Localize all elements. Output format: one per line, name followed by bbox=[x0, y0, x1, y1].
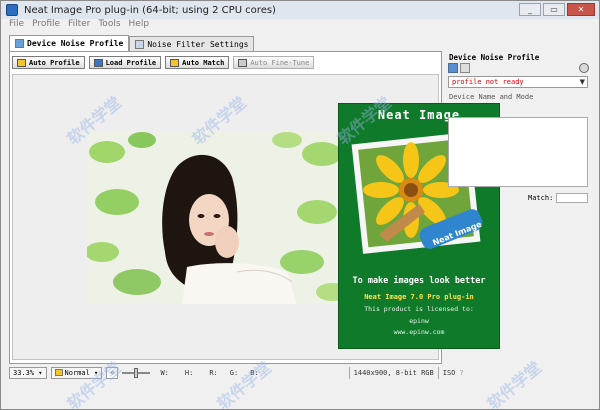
slider-handle[interactable] bbox=[134, 367, 139, 378]
menu-profile[interactable]: Profile bbox=[32, 19, 60, 32]
tab-label: Noise Filter Settings bbox=[147, 39, 249, 49]
red-readout: R: bbox=[209, 368, 218, 377]
brightness-slider[interactable] bbox=[122, 367, 151, 379]
profile-panel-title: Device Noise Profile bbox=[449, 53, 540, 62]
menu-help[interactable]: Help bbox=[129, 19, 150, 32]
title-bar: Neat Image Pro plug-in (64-bit; using 2 … bbox=[1, 1, 599, 19]
fine-tune-icon bbox=[238, 58, 248, 67]
auto-match-label: Auto Match bbox=[182, 58, 225, 67]
folder-icon bbox=[93, 58, 103, 67]
device-name-mode-field[interactable] bbox=[448, 117, 588, 187]
status-divider bbox=[437, 366, 439, 379]
auto-profile-label: Auto Profile bbox=[29, 58, 80, 67]
zoom-select[interactable]: 33.3% ▾ bbox=[9, 366, 47, 379]
auto-profile-icon bbox=[17, 58, 26, 67]
chevron-down-icon: ▾ bbox=[89, 368, 99, 377]
profile-toolbar: Auto Profile Load Profile Auto Match Aut… bbox=[12, 56, 315, 69]
match-label: Match: bbox=[528, 194, 554, 202]
device-name-mode-label: Device Name and Mode bbox=[449, 93, 534, 101]
blue-readout: B: bbox=[250, 368, 259, 377]
view-mode-value: Normal bbox=[64, 368, 90, 377]
iso-readout: ISO bbox=[442, 368, 456, 377]
load-profile-button[interactable]: Load Profile bbox=[88, 56, 162, 69]
photo-graphic bbox=[87, 132, 341, 304]
preview-photo bbox=[87, 132, 341, 304]
chevron-down-icon: ▾ bbox=[34, 368, 43, 377]
window-controls: _ ▭ ✕ bbox=[519, 3, 595, 16]
save-profile-icon[interactable] bbox=[460, 63, 470, 73]
match-value bbox=[556, 193, 588, 203]
close-button[interactable]: ✕ bbox=[567, 3, 595, 16]
menu-filter[interactable]: Filter bbox=[68, 19, 90, 32]
profile-select[interactable]: profile not ready ▼ bbox=[448, 76, 588, 88]
width-readout: W: bbox=[160, 368, 169, 377]
chevron-down-icon: ▼ bbox=[579, 78, 585, 86]
height-readout: H: bbox=[184, 368, 194, 377]
status-bar: 33.3% ▾ Normal ▾ ☼ W: H: R: G: B: 1440x9… bbox=[9, 366, 593, 379]
tab-label: Device Noise Profile bbox=[27, 39, 124, 48]
auto-profile-button[interactable]: Auto Profile bbox=[12, 56, 85, 69]
filter-tab-icon bbox=[135, 39, 145, 49]
profile-status: profile not ready bbox=[452, 78, 524, 86]
image-info: 1440x900, 8-bit RGB bbox=[353, 368, 434, 377]
tab-noise-filter-settings[interactable]: Noise Filter Settings bbox=[129, 36, 255, 51]
window-title: Neat Image Pro plug-in (64-bit; using 2 … bbox=[24, 4, 276, 16]
menu-bar: File Profile Filter Tools Help bbox=[1, 19, 599, 32]
profile-tab-icon bbox=[15, 39, 24, 48]
sun-icon: ☼ bbox=[110, 368, 115, 377]
profile-panel-actions bbox=[448, 63, 470, 73]
load-profile-label: Load Profile bbox=[105, 58, 157, 67]
view-mode-icon bbox=[54, 369, 63, 376]
menu-tools[interactable]: Tools bbox=[98, 19, 120, 32]
tab-device-noise-profile[interactable]: Device Noise Profile bbox=[9, 35, 130, 51]
brightness-toggle[interactable]: ☼ bbox=[106, 366, 119, 379]
auto-match-button[interactable]: Auto Match bbox=[165, 56, 230, 69]
profile-panel: Device Noise Profile profile not ready ▼… bbox=[446, 51, 591, 364]
green-readout: G: bbox=[229, 368, 239, 377]
gear-icon[interactable] bbox=[579, 63, 589, 73]
help-icon[interactable]: ? bbox=[459, 369, 463, 377]
minimize-button[interactable]: _ bbox=[519, 3, 541, 16]
app-icon bbox=[6, 4, 18, 16]
match-row: Match: bbox=[448, 193, 588, 203]
auto-fine-tune-label: Auto Fine-Tune bbox=[250, 58, 310, 67]
open-profile-icon[interactable] bbox=[448, 63, 458, 73]
zoom-value: 33.3% bbox=[13, 368, 35, 377]
auto-match-icon bbox=[170, 58, 180, 67]
view-mode-select[interactable]: Normal ▾ bbox=[50, 366, 103, 379]
maximize-button[interactable]: ▭ bbox=[543, 3, 565, 16]
auto-fine-tune-button[interactable]: Auto Fine-Tune bbox=[233, 56, 315, 69]
status-divider bbox=[348, 366, 350, 379]
menu-file[interactable]: File bbox=[9, 19, 24, 32]
tab-strip: Device Noise Profile Noise Filter Settin… bbox=[9, 35, 255, 51]
app-window: Neat Image Pro plug-in (64-bit; using 2 … bbox=[0, 0, 600, 410]
